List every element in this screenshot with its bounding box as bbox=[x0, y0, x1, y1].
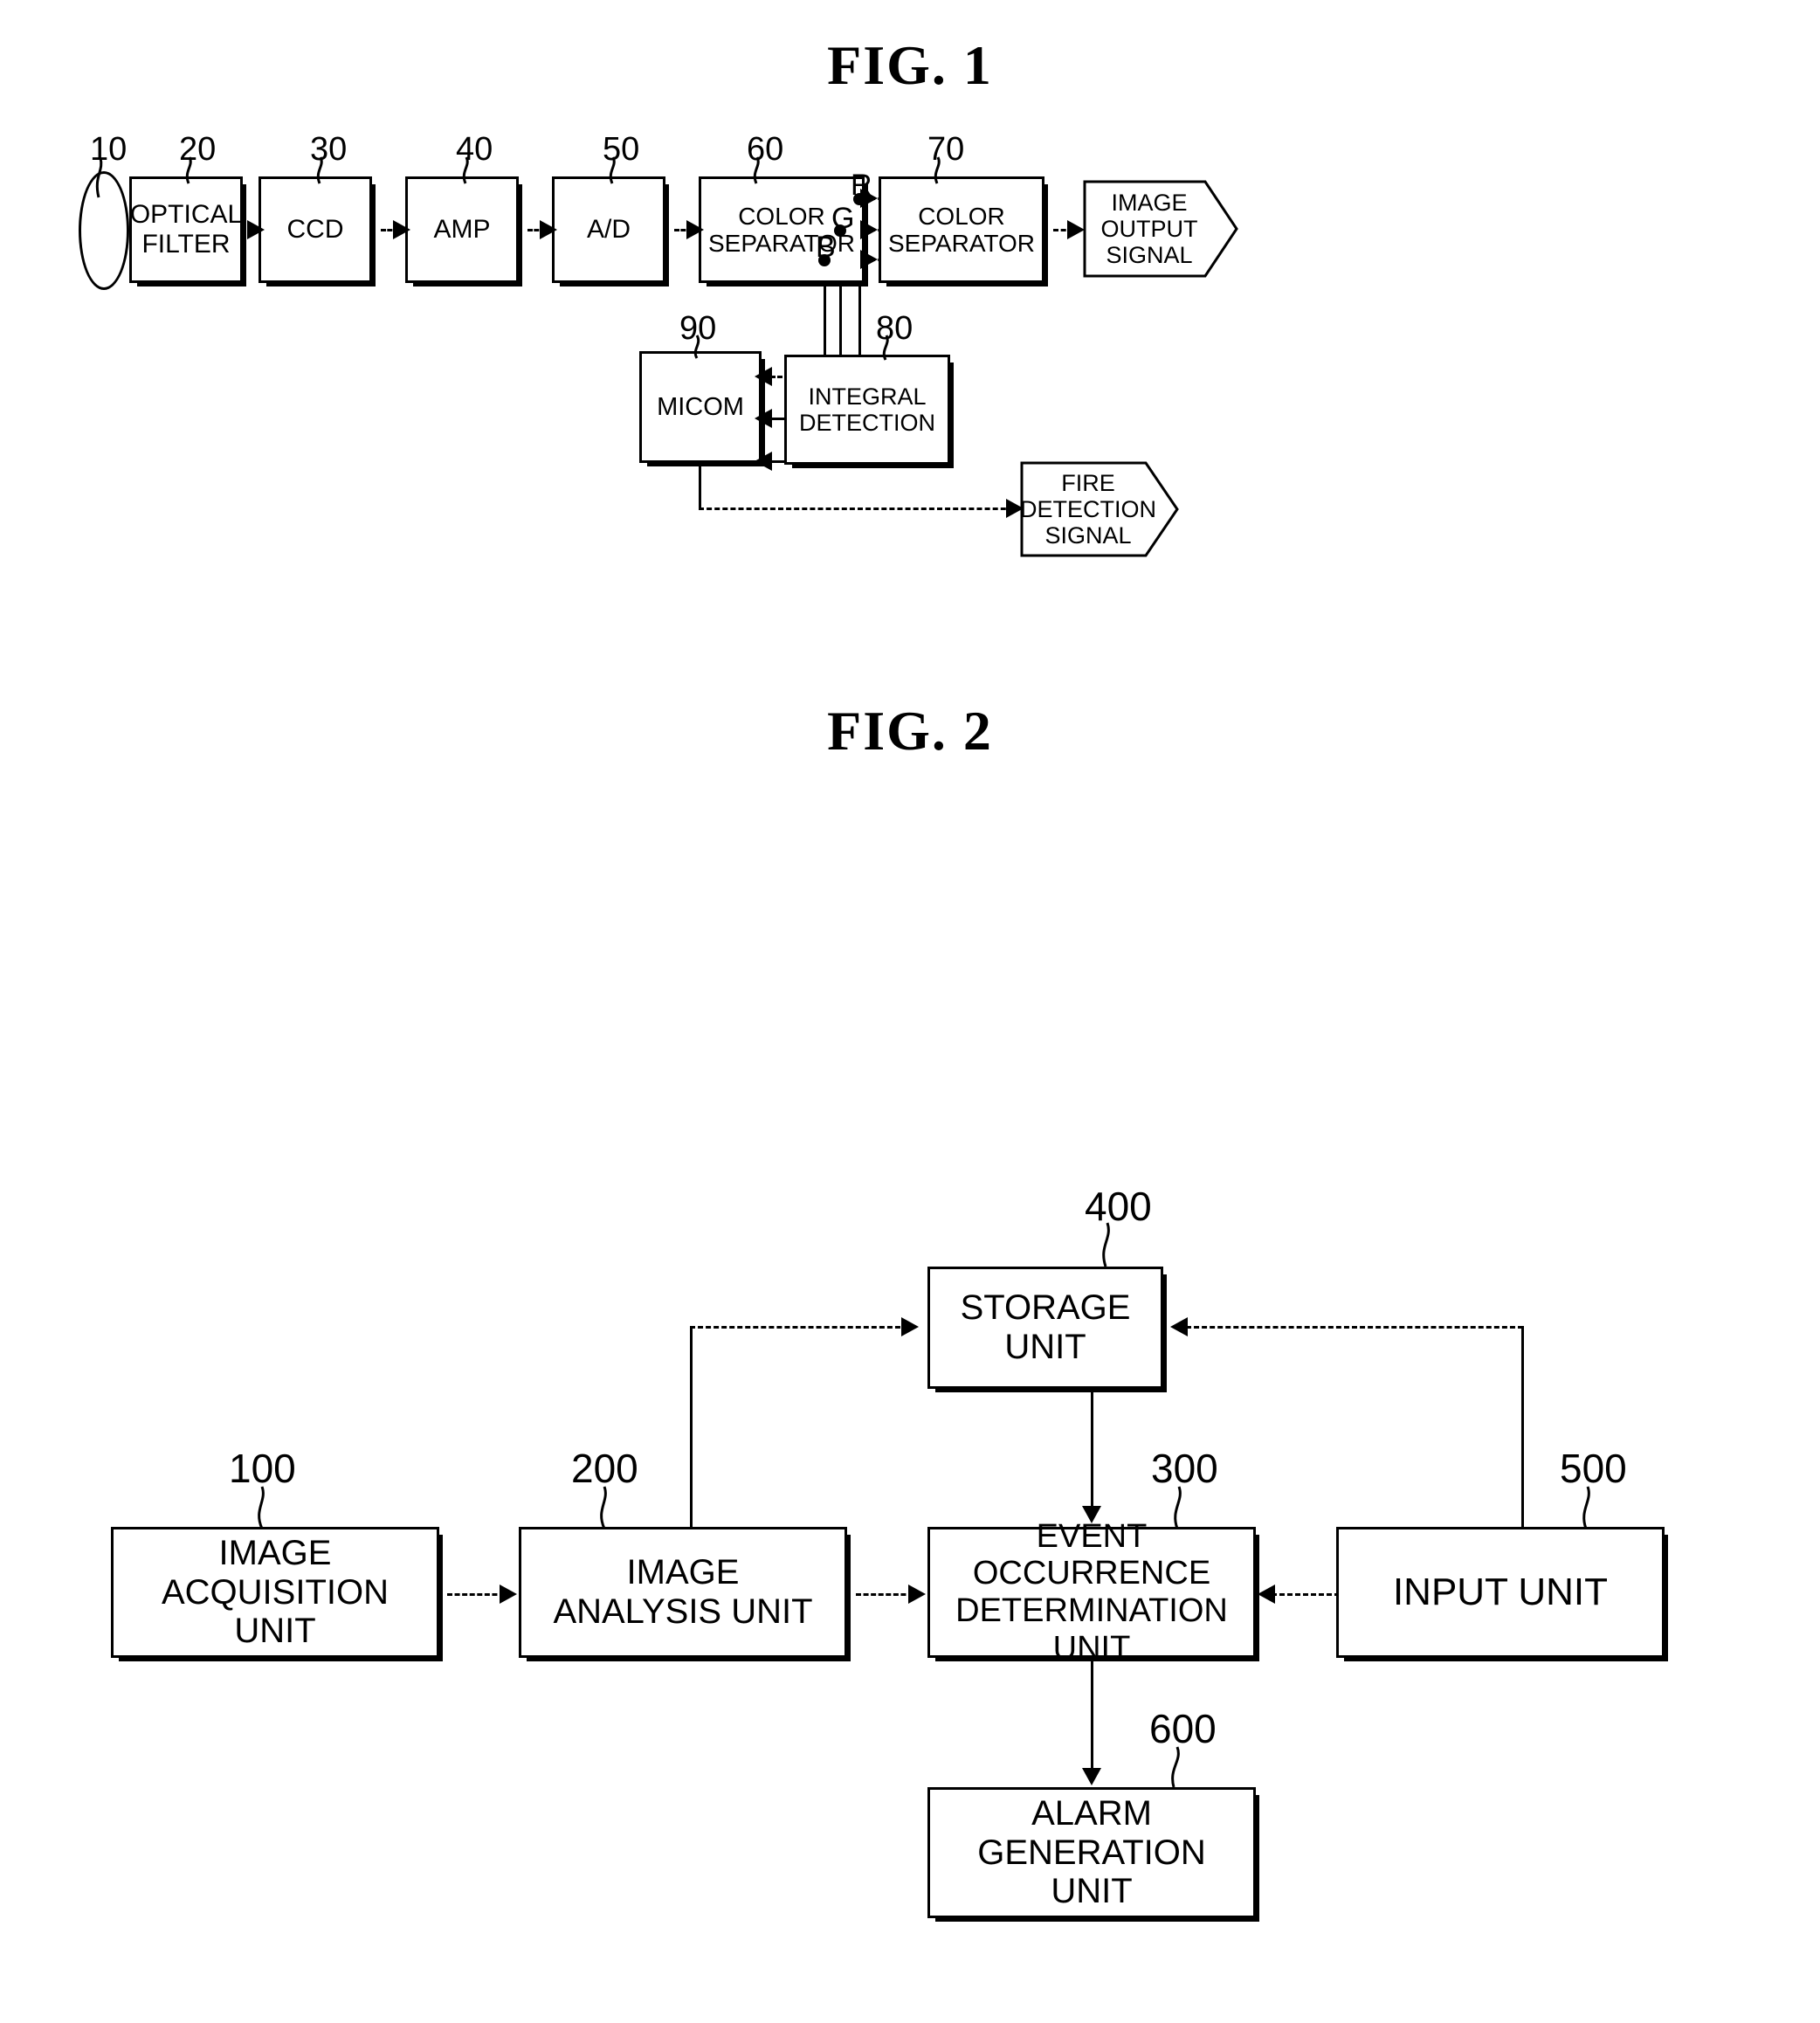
ad-converter-label: A/D bbox=[586, 215, 631, 245]
event-occurrence-determination-unit-label: EVENT OCCURRENCE DETERMINATION UNIT bbox=[955, 1517, 1228, 1667]
arrowhead-storage-event bbox=[1082, 1506, 1101, 1523]
patent-drawing-sheet: FIG. 1 10 OPTICAL FILTER 20 CCD 30 AMP 4… bbox=[0, 0, 1820, 2023]
storage-unit-block: STORAGE UNIT bbox=[927, 1267, 1167, 1392]
input-unit-label: INPUT UNIT bbox=[1392, 1571, 1609, 1614]
image-analysis-unit-block: IMAGE ANALYSIS UNIT bbox=[519, 1527, 851, 1661]
image-acquisition-unit-label: IMAGE ACQUISITION UNIT bbox=[161, 1533, 390, 1651]
micom-label: MICOM bbox=[657, 392, 744, 421]
ref-numeral-80: 80 bbox=[876, 310, 913, 347]
ref-numeral-60: 60 bbox=[747, 131, 784, 168]
ref-numeral-200: 200 bbox=[571, 1446, 638, 1491]
input-storage-riser bbox=[1521, 1326, 1524, 1529]
connector-input-event bbox=[1272, 1593, 1340, 1596]
ref-numeral-30: 30 bbox=[310, 131, 348, 168]
image-analysis-unit-label: IMAGE ANALYSIS UNIT bbox=[553, 1553, 813, 1631]
ref-numeral-20: 20 bbox=[179, 131, 217, 168]
leader-line-600 bbox=[1171, 1746, 1180, 1788]
fire-detection-signal-flag: FIRE DETECTION SIGNAL bbox=[1020, 461, 1179, 557]
ccd-block: CCD bbox=[259, 176, 376, 287]
figure-1-title: FIG. 1 bbox=[827, 34, 993, 96]
optical-filter-block: OPTICAL FILTER bbox=[129, 176, 246, 287]
signal-label-r: R bbox=[851, 169, 872, 202]
integral-detection-block: INTEGRAL DETECTION bbox=[784, 355, 954, 468]
fire-detection-signal-label: FIRE DETECTION SIGNAL bbox=[1020, 469, 1157, 549]
image-acquisition-unit-block: IMAGE ACQUISITION UNIT bbox=[111, 1527, 443, 1661]
analysis-storage-run bbox=[690, 1326, 908, 1329]
arrowhead-imageoutput bbox=[1067, 220, 1085, 239]
arrowhead-integral-micom-2 bbox=[755, 409, 772, 428]
connector-acq-analysis bbox=[447, 1593, 505, 1596]
arrowhead-g bbox=[860, 220, 878, 239]
arrowhead-ad-colorsep1 bbox=[686, 220, 704, 239]
arrowhead-input-event bbox=[1258, 1585, 1275, 1604]
alarm-generation-unit-block: ALARM GENERATION UNIT bbox=[927, 1787, 1259, 1922]
arrowhead-event-alarm bbox=[1082, 1768, 1101, 1785]
ref-numeral-400: 400 bbox=[1085, 1184, 1152, 1229]
leader-line-200 bbox=[600, 1486, 607, 1529]
ref-numeral-50: 50 bbox=[603, 131, 640, 168]
event-alarm-link bbox=[1091, 1658, 1093, 1771]
amp-label: AMP bbox=[433, 215, 491, 245]
input-storage-run bbox=[1186, 1326, 1523, 1329]
ref-numeral-500: 500 bbox=[1560, 1446, 1627, 1491]
input-unit-block: INPUT UNIT bbox=[1336, 1527, 1668, 1661]
arrowhead-firesignal bbox=[1006, 499, 1024, 518]
arrowhead-integral-micom-3 bbox=[755, 452, 772, 471]
color-separator-2-block: COLOR SEPARATOR bbox=[879, 176, 1048, 287]
ref-numeral-10: 10 bbox=[90, 131, 128, 168]
ref-numeral-90: 90 bbox=[679, 310, 717, 347]
figure-2-title: FIG. 2 bbox=[827, 700, 993, 762]
micom-output-drop bbox=[699, 463, 701, 508]
arrowhead-analysis-event bbox=[908, 1585, 926, 1604]
connector-analysis-event bbox=[856, 1593, 913, 1596]
ref-numeral-40: 40 bbox=[456, 131, 493, 168]
micom-output-run bbox=[699, 507, 1022, 510]
event-occurrence-determination-unit-block: EVENT OCCURRENCE DETERMINATION UNIT bbox=[927, 1518, 1259, 1667]
leader-line-100 bbox=[258, 1486, 265, 1529]
arrowhead-b bbox=[860, 250, 878, 269]
arrowhead-analysis-storage bbox=[901, 1317, 919, 1336]
ref-numeral-300: 300 bbox=[1151, 1446, 1218, 1491]
ref-numeral-100: 100 bbox=[229, 1446, 296, 1491]
ref-numeral-600: 600 bbox=[1149, 1706, 1217, 1751]
storage-event-link bbox=[1091, 1389, 1093, 1509]
leader-line-300 bbox=[1174, 1486, 1182, 1529]
ccd-label: CCD bbox=[286, 215, 344, 245]
arrowhead-ccd-amp bbox=[393, 220, 410, 239]
arrowhead-input-storage bbox=[1170, 1317, 1188, 1336]
arrowhead-opticalfilter-ccd bbox=[247, 220, 265, 239]
storage-unit-label: STORAGE UNIT bbox=[960, 1288, 1131, 1366]
ad-converter-block: A/D bbox=[552, 176, 669, 287]
arrowhead-acq-analysis bbox=[500, 1585, 517, 1604]
optical-filter-label: OPTICAL FILTER bbox=[129, 200, 243, 259]
leader-line-500 bbox=[1582, 1486, 1590, 1529]
arrowhead-integral-micom-1 bbox=[755, 367, 772, 386]
signal-label-b: B bbox=[816, 231, 836, 264]
analysis-storage-riser bbox=[690, 1326, 693, 1529]
image-output-signal-label: IMAGE OUTPUT SIGNAL bbox=[1100, 189, 1198, 269]
alarm-generation-unit-label: ALARM GENERATION UNIT bbox=[977, 1793, 1206, 1911]
arrowhead-amp-ad bbox=[540, 220, 557, 239]
micom-block: MICOM bbox=[639, 351, 765, 466]
integral-detection-label: INTEGRAL DETECTION bbox=[798, 383, 935, 436]
color-separator-2-label: COLOR SEPARATOR bbox=[887, 202, 1036, 257]
amp-block: AMP bbox=[405, 176, 522, 287]
ref-numeral-70: 70 bbox=[927, 131, 965, 168]
image-output-signal-flag: IMAGE OUTPUT SIGNAL bbox=[1083, 180, 1238, 278]
